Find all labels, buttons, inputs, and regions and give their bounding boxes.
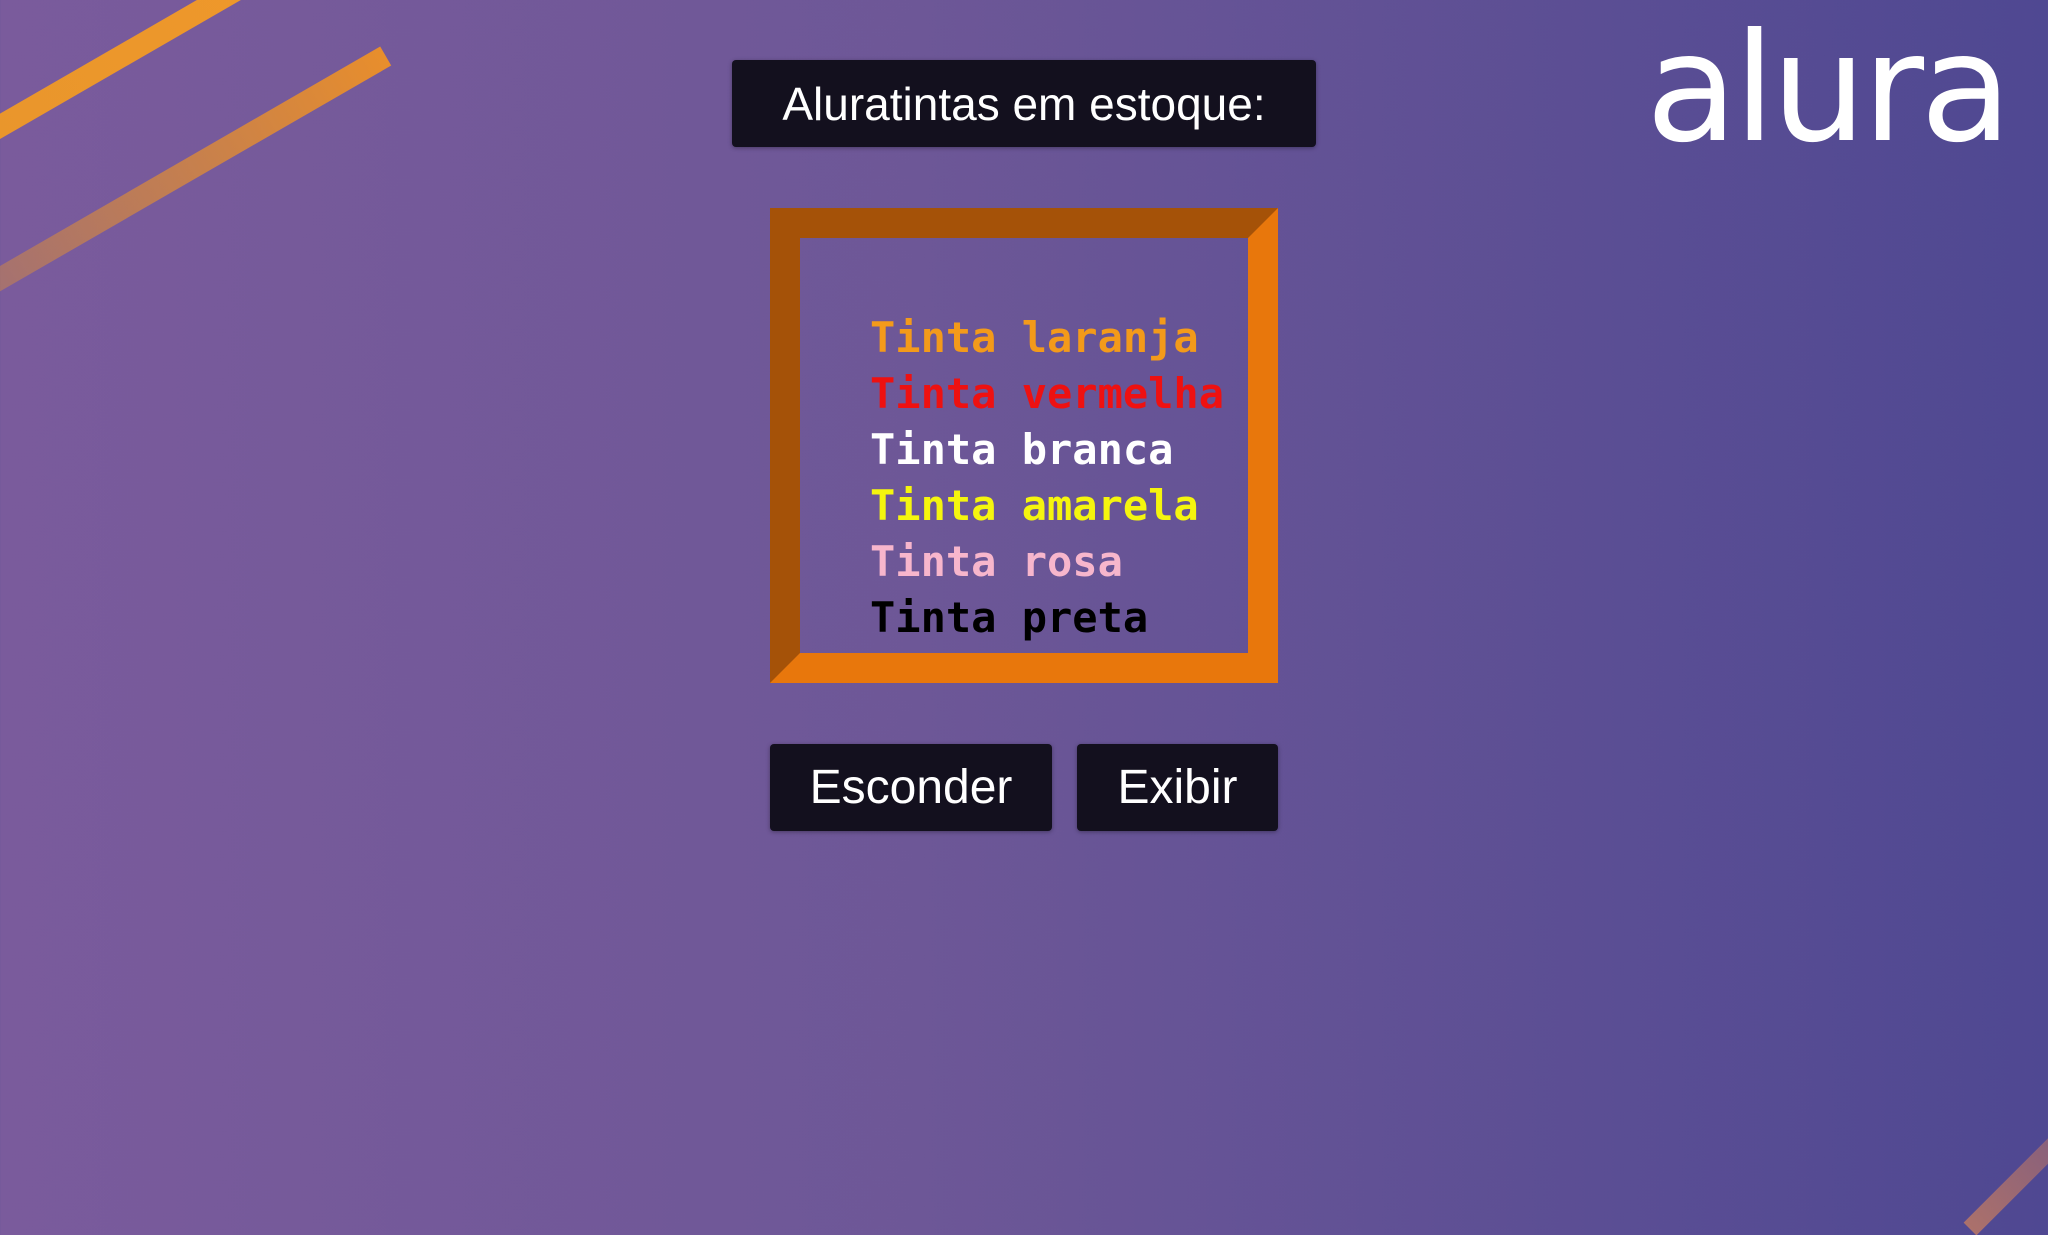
page-title: Aluratintas em estoque: — [732, 60, 1316, 147]
paint-item-laranja: Tinta laranja — [870, 313, 1199, 362]
paint-item-vermelha: Tinta vermelha — [870, 369, 1225, 418]
paint-frame: Tinta laranja Tinta vermelha Tinta branc… — [770, 208, 1278, 683]
paint-item-branca: Tinta branca — [870, 425, 1174, 474]
paint-item-preta: Tinta preta — [870, 593, 1149, 642]
hide-button[interactable]: Esconder — [770, 744, 1052, 831]
show-button[interactable]: Exibir — [1077, 744, 1278, 831]
decorative-stripe — [1963, 1095, 2048, 1235]
paint-item-rosa: Tinta rosa — [870, 537, 1123, 586]
paint-list: Tinta laranja Tinta vermelha Tinta branc… — [870, 310, 1224, 646]
alura-logo: alura — [1645, 2, 2012, 176]
paint-item-amarela: Tinta amarela — [870, 481, 1199, 530]
decorative-stripe — [0, 0, 344, 171]
